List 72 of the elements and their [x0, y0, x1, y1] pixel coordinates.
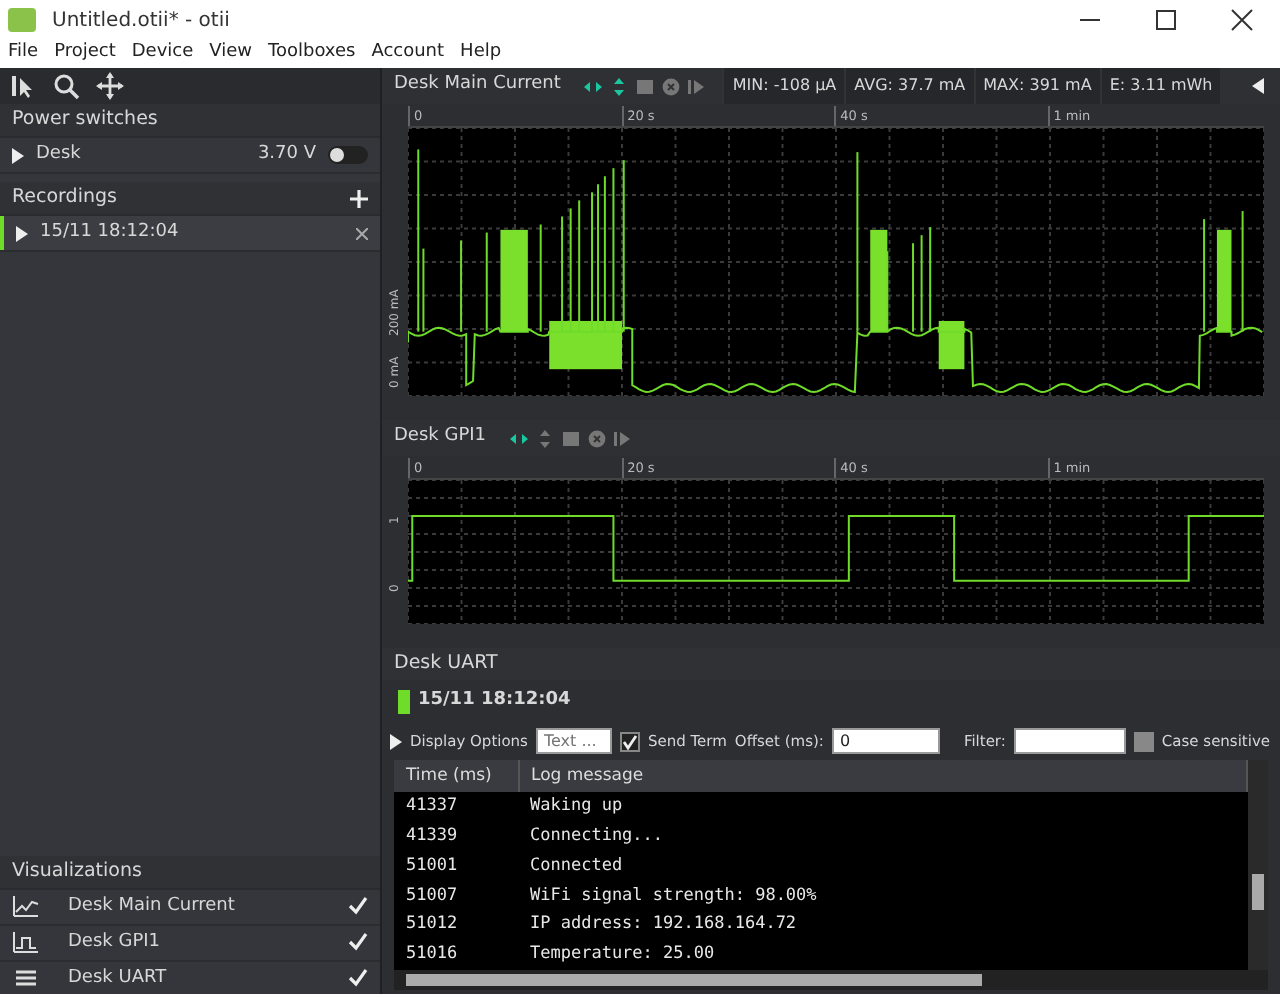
list-icon: [12, 966, 40, 991]
play-step-icon[interactable]: [688, 77, 707, 95]
table-cell: Waking up: [518, 792, 1247, 822]
add-icon[interactable]: [350, 189, 368, 207]
recording-color-bar: [398, 689, 410, 714]
visualization-label: Desk GPI1: [68, 929, 161, 955]
close-circle-icon[interactable]: [588, 429, 607, 447]
square-icon[interactable]: [636, 77, 655, 95]
offset-field[interactable]: 0: [831, 728, 940, 754]
app-logo-icon: [8, 8, 36, 32]
section-title: Visualizations: [12, 857, 142, 886]
table-cell: 41337: [394, 792, 518, 822]
text-field[interactable]: Text ...: [535, 728, 612, 754]
filter-field[interactable]: [1013, 728, 1126, 754]
recording-label: 15/11 18:12:04: [418, 688, 571, 714]
window-title: Untitled.otii* - otii: [52, 7, 230, 35]
horizontal-arrows-icon[interactable]: [510, 429, 529, 447]
column-header[interactable]: Log message: [518, 759, 1247, 793]
table-cell-text: Temperature: 25.00: [528, 942, 717, 968]
checkbox[interactable]: [1133, 731, 1154, 751]
table-cell-text: Connected: [528, 853, 625, 880]
table-cell-text: 51007: [404, 883, 460, 909]
stat-readout: MAX: 391 mA: [973, 68, 1100, 104]
move-icon[interactable]: [96, 72, 124, 100]
table-cell-text: 51012: [404, 912, 460, 939]
stat-readout: MIN: -108 µA: [722, 68, 845, 104]
expand-arrow-icon[interactable]: [16, 225, 28, 241]
close-icon[interactable]: [1228, 6, 1256, 34]
table-cell-text: WiFi signal strength: 98.00%: [528, 883, 819, 909]
table-cell-text: 51001: [404, 853, 460, 880]
search-icon[interactable]: [52, 72, 80, 100]
play-step-icon[interactable]: [614, 429, 633, 447]
horizontal-scrollbar[interactable]: [394, 969, 1268, 990]
horizontal-arrows-icon[interactable]: [584, 77, 603, 95]
table-cell-text: IP address: 192.168.164.72: [528, 912, 799, 939]
section-title: Recordings: [12, 183, 117, 212]
section-title: Power switches: [12, 105, 158, 134]
table-cell-text: Connecting...: [528, 824, 666, 850]
menu-item[interactable]: Project: [54, 40, 116, 68]
switch-label: Desk: [36, 141, 81, 168]
stat-readout: AVG: 37.7 mA: [844, 68, 974, 104]
expand-arrow-icon[interactable]: [12, 147, 24, 163]
square-icon[interactable]: [562, 429, 581, 447]
table-cell-text: 41339: [404, 824, 460, 850]
visualization-label: Desk UART: [68, 965, 167, 991]
maximize-icon[interactable]: [1152, 6, 1180, 34]
stat-readout: E: 3.11 mWh: [1099, 68, 1221, 104]
menu-item[interactable]: Help: [460, 40, 502, 68]
vertical-scrollbar[interactable]: [1248, 759, 1268, 970]
vertical-arrows-icon[interactable]: [536, 429, 555, 447]
menu-item[interactable]: Account: [371, 40, 445, 68]
power-toggle[interactable]: [328, 146, 368, 164]
step-chart-icon: [12, 930, 40, 955]
menu-item[interactable]: File: [8, 40, 39, 68]
panel-title: Desk UART: [394, 649, 498, 678]
menu-item[interactable]: Toolboxes: [268, 40, 356, 68]
checkbox[interactable]: [619, 731, 640, 751]
expand-arrow-icon[interactable]: [390, 733, 402, 749]
menu-item[interactable]: View: [209, 40, 252, 68]
column-header[interactable]: Time (ms): [394, 759, 518, 793]
voltage-reading: 3.70 V: [257, 141, 316, 168]
table-cell-text: 51016: [404, 942, 460, 968]
vertical-arrows-icon[interactable]: [610, 77, 629, 95]
plot-title: Desk Main Current: [394, 72, 561, 99]
visualization-label: Desk Main Current: [68, 893, 235, 919]
plot-title: Desk GPI1: [394, 424, 487, 451]
menu-item[interactable]: Device: [131, 40, 194, 68]
close-circle-icon[interactable]: [662, 77, 681, 95]
line-chart-icon: [12, 894, 40, 919]
collapse-arrow-icon[interactable]: [1252, 78, 1265, 94]
recording-row[interactable]: 15/11 18:12:04: [0, 216, 380, 252]
cursor-icon[interactable]: [8, 72, 36, 100]
